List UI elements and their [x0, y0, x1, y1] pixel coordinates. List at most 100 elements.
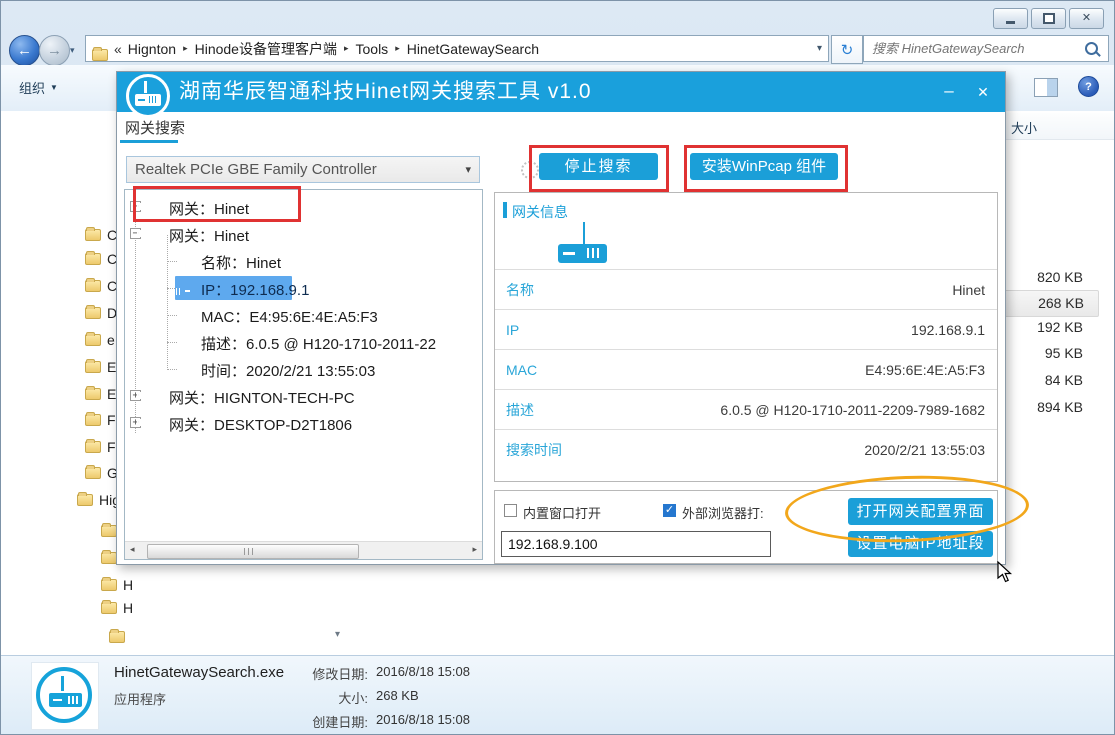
tree-item-label: 网关：Hinet — [169, 198, 249, 219]
selected-file-name: HinetGatewaySearch.exe — [114, 664, 284, 681]
info-row-label: 名称 — [506, 270, 534, 310]
install-winpcap-button[interactable]: 安装WinPcap 组件 — [690, 153, 838, 180]
tab-underline — [120, 140, 178, 143]
info-row-MAC: MAC E4:95:6E:4E:A5:F3 — [495, 349, 997, 390]
tree-item-label: 名称：Hinet — [201, 252, 281, 273]
folder-icon — [109, 631, 125, 643]
forward-button[interactable]: → — [39, 35, 70, 66]
search-box[interactable] — [863, 35, 1109, 62]
file-size-cell[interactable]: 84 KB — [1001, 368, 1097, 393]
refresh-button[interactable]: ↻ — [831, 35, 863, 64]
info-row-label: 描述 — [506, 390, 534, 430]
folder-icon — [85, 467, 101, 479]
open-gateway-config-button[interactable]: 打开网关配置界面 — [848, 498, 993, 525]
scroll-left-icon[interactable]: ◂ — [130, 544, 135, 555]
gateway-tree[interactable]: ◂ ▸ +网关：Hinet−网关：Hinet 名称：Hinet IP：192.168… — [124, 189, 483, 560]
gateway-search-dialog: 湖南华辰智通科技Hinet网关搜索工具 v1.0 – ✕ 网关搜索 Realte… — [116, 71, 1006, 565]
details-field-label: 创建日期: — [286, 712, 368, 731]
dialog-router-logo-icon — [126, 74, 170, 118]
folder-icon — [85, 253, 101, 265]
sidebar-item-h[interactable]: H — [1, 573, 346, 598]
tree-item[interactable]: 描述：6.0.5 @ H120-1710-2011-22 — [125, 329, 482, 356]
close-button[interactable]: ✕ — [1069, 8, 1104, 29]
sidebar-item-h[interactable]: H — [1, 596, 346, 621]
folder-icon — [92, 49, 108, 61]
search-input[interactable] — [864, 41, 1085, 56]
tree-horizontal-scrollbar[interactable]: ◂ ▸ — [125, 541, 482, 559]
router-antenna-icon — [583, 222, 585, 244]
ip-input[interactable] — [501, 531, 771, 557]
external-browser-checkbox-label[interactable]: 外部浏览器打: — [682, 503, 764, 522]
info-row-value: 6.0.5 @ H120-1710-2011-2209-7989-1682 — [720, 390, 985, 430]
help-icon: ? — [1085, 81, 1092, 93]
file-size-cell[interactable]: 268 KB — [1001, 290, 1099, 317]
adapter-select[interactable]: Realtek PCIe GBE Family Controller ▾ — [126, 156, 480, 183]
maximize-button[interactable] — [1031, 8, 1066, 29]
breadcrumb-overflow-chevron[interactable]: « — [108, 41, 124, 57]
tree-item-label: 网关：DESKTOP-D2T1806 — [169, 414, 352, 435]
file-size-cell[interactable]: 192 KB — [1001, 315, 1097, 340]
tree-item[interactable]: MAC：E4:95:6E:4E:A5:F3 — [125, 302, 482, 329]
searching-spinner-icon — [521, 161, 539, 179]
tree-item[interactable]: 名称：Hinet — [125, 248, 482, 275]
folder-icon — [101, 602, 117, 614]
breadcrumb-item[interactable]: Hinode设备管理客户端 — [191, 39, 341, 59]
breadcrumb-item[interactable]: Hignton — [124, 41, 180, 57]
gateway-info-panel: 网关信息 名称HinetIP192.168.9.1MACE4:95:6E:4E:… — [494, 192, 998, 482]
embedded-window-checkbox[interactable] — [504, 504, 517, 517]
back-button[interactable]: ← — [9, 35, 40, 66]
preview-pane-button[interactable] — [1034, 78, 1058, 97]
tree-item[interactable]: +网关：DESKTOP-D2T1806 — [125, 410, 482, 437]
folder-icon — [85, 388, 101, 400]
tree-item-label: MAC：E4:95:6E:4E:A5:F3 — [201, 306, 378, 327]
info-row-value: 2020/2/21 13:55:03 — [864, 430, 985, 470]
organize-label: 组织 — [19, 78, 45, 97]
embedded-window-checkbox-label[interactable]: 内置窗口打开 — [523, 503, 601, 522]
scroll-right-icon[interactable]: ▸ — [472, 544, 477, 555]
scrollbar-thumb[interactable] — [147, 544, 359, 559]
info-row-value: 192.168.9.1 — [911, 310, 985, 350]
file-size-column: 820 KB268 KB192 KB95 KB84 KB894 KB — [1001, 111, 1115, 655]
tree-item[interactable]: −网关：Hinet — [125, 221, 482, 248]
breadcrumb-item[interactable]: Tools — [352, 41, 393, 57]
minimize-button[interactable] — [993, 8, 1028, 29]
sidebar-scroll-down-icon[interactable]: ▾ — [335, 629, 340, 640]
adapter-select-value: Realtek PCIe GBE Family Controller — [135, 161, 377, 178]
info-row-label: MAC — [506, 350, 537, 390]
breadcrumb-dropdown-icon[interactable]: ▾ — [817, 43, 822, 54]
header-accent-bar — [503, 202, 507, 218]
dialog-close-button[interactable]: ✕ — [971, 80, 995, 104]
folder-icon — [101, 525, 117, 537]
tree-item-label: 网关：HIGNTON-TECH-PC — [169, 387, 355, 408]
tree-guide-stub — [167, 315, 177, 316]
file-size-cell[interactable]: 894 KB — [1001, 395, 1097, 420]
details-field: 修改日期:2016/8/18 15:08 — [286, 664, 616, 684]
nav-history-dropdown-icon[interactable]: ▾ — [70, 45, 75, 56]
breadcrumb-item[interactable]: HinetGatewaySearch — [403, 41, 543, 57]
info-row-value: E4:95:6E:4E:A5:F3 — [865, 350, 985, 390]
details-field: 大小:268 KB — [286, 688, 616, 708]
tree-item[interactable]: +网关：Hinet — [125, 194, 482, 221]
search-icon — [1085, 42, 1098, 55]
tree-item[interactable]: +网关：HIGNTON-TECH-PC — [125, 383, 482, 410]
folder-icon — [85, 280, 101, 292]
stop-search-button[interactable]: 停止搜索 — [539, 153, 658, 180]
sidebar-item[interactable] — [1, 625, 346, 650]
file-size-cell[interactable]: 95 KB — [1001, 341, 1097, 366]
tree-item[interactable]: IP：192.168.9.1 — [125, 275, 482, 302]
info-row-搜索时间: 搜索时间2020/2/21 13:55:03 — [495, 429, 997, 470]
selected-file-type: 应用程序 — [114, 689, 166, 708]
organize-button[interactable]: 组织 ▼ — [19, 78, 58, 97]
tree-item[interactable]: 时间：2020/2/21 13:55:03 — [125, 356, 482, 383]
sidebar-item-label: H — [123, 577, 133, 593]
router-logo-icon — [36, 667, 92, 723]
external-browser-checkbox[interactable]: ✓ — [663, 504, 676, 517]
set-pc-ip-button[interactable]: 设置电脑IP地址段 — [848, 531, 993, 557]
dialog-minimize-button[interactable]: – — [937, 80, 961, 104]
tab-gateway-search[interactable]: 网关搜索 — [125, 117, 185, 138]
tree-selection-highlight: IP：192.168.9.1 — [175, 276, 292, 300]
help-button[interactable]: ? — [1078, 76, 1099, 97]
breadcrumb[interactable]: «Hignton▸Hinode设备管理客户端▸Tools▸HinetGatewa… — [85, 35, 829, 62]
tree-item-label: IP：192.168.9.1 — [201, 282, 309, 299]
file-size-cell[interactable]: 820 KB — [1001, 265, 1097, 290]
